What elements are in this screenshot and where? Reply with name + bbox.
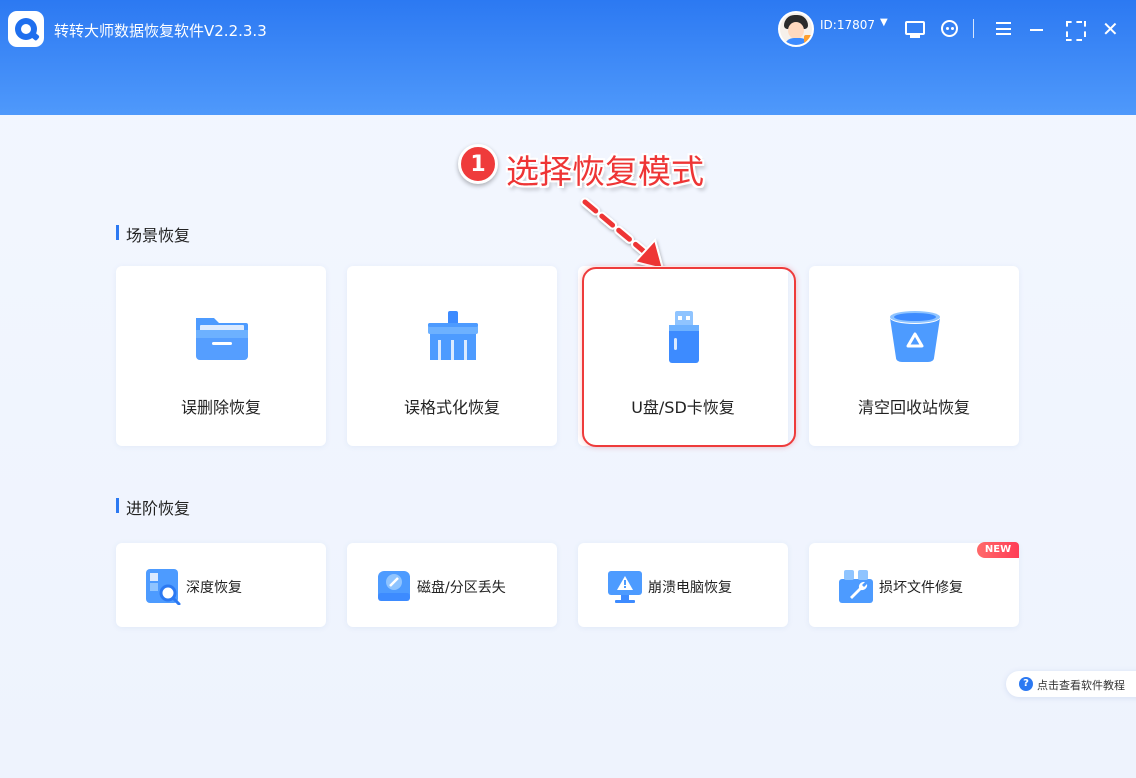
disk-partition-card[interactable]: 磁盘/分区丢失 xyxy=(347,543,557,627)
crashed-computer-card[interactable]: 崩溃电脑恢复 xyxy=(578,543,788,627)
card-label: 误格式化恢复 xyxy=(403,398,500,417)
app-title: 转转大师数据恢复软件V2.2.3.3 xyxy=(54,22,267,40)
menu-icon[interactable] xyxy=(996,22,1011,35)
advanced-recovery-title: 进阶恢复 xyxy=(116,495,190,519)
card-label: U盘/SD卡恢复 xyxy=(631,398,735,417)
support-icon[interactable] xyxy=(941,20,958,37)
step-badge: 1 xyxy=(458,144,498,184)
scene-recovery-title: 场景恢复 xyxy=(116,222,190,246)
help-icon: ? xyxy=(1019,677,1033,691)
format-recovery-card[interactable]: 误格式化恢复 xyxy=(347,266,557,446)
recycle-bin-icon xyxy=(890,311,940,362)
deleted-recovery-card[interactable]: 误删除恢复 xyxy=(116,266,326,446)
deep-recovery-card[interactable]: 深度恢复 xyxy=(116,543,326,627)
callout-arrow-icon xyxy=(580,197,665,271)
chevron-down-icon[interactable]: ▼ xyxy=(880,17,888,28)
card-label: 磁盘/分区丢失 xyxy=(417,580,506,596)
card-label: 损坏文件修复 xyxy=(879,580,963,596)
new-badge: NEW xyxy=(977,542,1019,558)
broom-icon xyxy=(428,311,478,360)
avatar[interactable] xyxy=(778,11,814,47)
tutorial-link-label: 点击查看软件教程 xyxy=(1037,679,1125,692)
card-label: 崩溃电脑恢复 xyxy=(648,580,732,596)
usb-drive-icon xyxy=(669,311,699,363)
usb-sd-recovery-card[interactable]: U盘/SD卡恢复 xyxy=(578,266,788,446)
user-id[interactable]: ID:17807 xyxy=(820,18,875,32)
step-callout-text: 选择恢复模式 xyxy=(506,152,704,191)
maximize-icon[interactable] xyxy=(1066,21,1082,37)
tutorial-link[interactable]: ? 点击查看软件教程 xyxy=(1006,671,1136,697)
crashed-computer-icon xyxy=(608,571,642,603)
file-repair-icon xyxy=(839,570,873,603)
close-icon[interactable]: ✕ xyxy=(1102,19,1119,39)
disk-icon xyxy=(378,571,410,601)
card-label: 清空回收站恢复 xyxy=(857,398,970,417)
card-label: 深度恢复 xyxy=(186,580,242,596)
card-label: 误删除恢复 xyxy=(180,398,261,417)
title-bar-divider xyxy=(973,19,974,38)
title-bar: 转转大师数据恢复软件V2.2.3.3 ID:17807 ▼ ✕ xyxy=(0,0,1136,115)
app-logo-icon xyxy=(8,11,44,47)
minimize-icon[interactable] xyxy=(1030,29,1043,31)
monitor-icon[interactable] xyxy=(905,21,925,38)
recycle-bin-recovery-card[interactable]: 清空回收站恢复 xyxy=(809,266,1019,446)
folder-icon xyxy=(196,318,248,360)
deep-scan-icon xyxy=(146,569,181,605)
